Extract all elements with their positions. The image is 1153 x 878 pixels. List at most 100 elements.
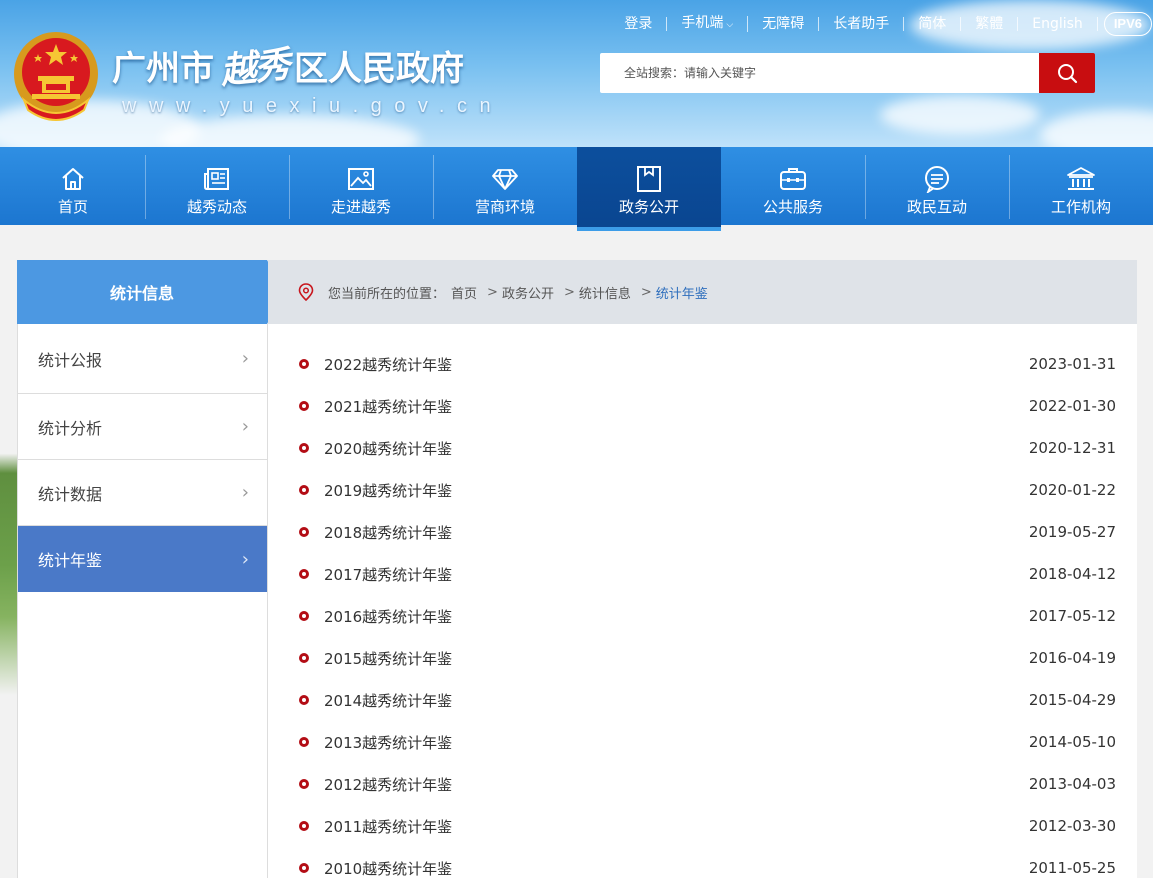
nav-item-business[interactable]: 营商环境 — [433, 147, 577, 225]
list-item-date: 2023-01-31 — [1028, 355, 1116, 373]
list-item-date: 2015-04-29 — [1028, 691, 1116, 709]
login-link[interactable]: 登录 — [610, 17, 668, 31]
nav-item-about[interactable]: 走进越秀 — [289, 147, 433, 225]
national-emblem-icon — [14, 32, 98, 121]
nav-item-public-service[interactable]: 公共服务 — [721, 147, 865, 225]
ipv6-badge[interactable]: IPV6 — [1103, 12, 1152, 36]
list-item-date: 2022-01-30 — [1028, 397, 1116, 415]
chat-icon — [922, 164, 952, 194]
accessibility-link[interactable]: 无障碍 — [748, 17, 820, 31]
search-button[interactable] — [1039, 53, 1095, 93]
bullet-icon — [299, 821, 309, 831]
list-item-date: 2019-05-27 — [1028, 523, 1116, 541]
list-item[interactable]: 2011越秀统计年鉴 2012-03-30 — [268, 805, 1137, 847]
list-item-date: 2014-05-10 — [1028, 733, 1116, 751]
english-link[interactable]: English — [1018, 17, 1098, 31]
list-item-title[interactable]: 2021越秀统计年鉴 — [324, 396, 452, 417]
sidebar-item-bulletin[interactable]: 统计公报 › — [18, 324, 267, 394]
list-item-date: 2017-05-12 — [1028, 607, 1116, 625]
site-header: 广州市 越秀 区人民政府 www.yuexiu.gov.cn 登录 手机端 ⌵ 无… — [0, 0, 1153, 147]
cloud-decoration — [1040, 110, 1153, 147]
traditional-chinese-link[interactable]: 繁體 — [961, 17, 1019, 31]
document-icon — [634, 164, 664, 194]
list-item-title[interactable]: 2014越秀统计年鉴 — [324, 690, 452, 711]
chevron-right-icon: › — [241, 482, 249, 503]
nav-item-gov-affairs[interactable]: 政务公开 — [577, 147, 721, 231]
list-item[interactable]: 2014越秀统计年鉴 2015-04-29 — [268, 679, 1137, 721]
site-title-calligraphy: 越秀 — [218, 43, 291, 93]
bullet-icon — [299, 863, 309, 873]
main-nav: 首页 越秀动态 走进越秀 营商环境 政务公开 公共服务 政民互动 工作机构 — [0, 147, 1153, 231]
sidebar: 统计公报 › 统计分析 › 统计数据 › 统计年鉴 › — [17, 324, 268, 878]
list-item-date: 2016-04-19 — [1028, 649, 1116, 667]
bullet-icon — [299, 569, 309, 579]
mobile-link[interactable]: 手机端 ⌵ — [667, 15, 749, 32]
nav-label: 政务公开 — [618, 198, 679, 216]
chevron-down-icon: ⌵ — [726, 20, 734, 30]
sidebar-item-label: 统计公报 — [38, 350, 103, 370]
list-item[interactable]: 2015越秀统计年鉴 2016-04-19 — [268, 637, 1137, 679]
list-item-title[interactable]: 2011越秀统计年鉴 — [324, 816, 452, 837]
list-item[interactable]: 2022越秀统计年鉴 2023-01-31 — [268, 343, 1137, 385]
nav-item-interaction[interactable]: 政民互动 — [865, 147, 1009, 225]
list-item[interactable]: 2018越秀统计年鉴 2019-05-27 — [268, 511, 1137, 553]
list-item-title[interactable]: 2019越秀统计年鉴 — [324, 480, 452, 501]
list-item-date: 2020-12-31 — [1028, 439, 1116, 457]
list-item-title[interactable]: 2013越秀统计年鉴 — [324, 732, 452, 753]
list-item[interactable]: 2010越秀统计年鉴 2011-05-25 — [268, 847, 1137, 878]
nav-item-news[interactable]: 越秀动态 — [145, 147, 289, 225]
elder-helper-link[interactable]: 长者助手 — [819, 17, 905, 31]
list-item[interactable]: 2017越秀统计年鉴 2018-04-12 — [268, 553, 1137, 595]
search-input[interactable] — [600, 53, 1039, 93]
bullet-icon — [299, 695, 309, 705]
list-item-title[interactable]: 2012越秀统计年鉴 — [324, 774, 452, 795]
background-decoration — [1137, 225, 1153, 878]
list-item-title[interactable]: 2016越秀统计年鉴 — [324, 606, 452, 627]
breadcrumb-separator: > — [563, 284, 575, 300]
list-item-date: 2012-03-30 — [1028, 817, 1116, 835]
list-item[interactable]: 2021越秀统计年鉴 2022-01-30 — [268, 385, 1137, 427]
site-title: 广州市 越秀 区人民政府 — [112, 40, 464, 93]
list-item[interactable]: 2019越秀统计年鉴 2020-01-22 — [268, 469, 1137, 511]
list-item-title[interactable]: 2022越秀统计年鉴 — [324, 354, 452, 375]
bullet-icon — [299, 653, 309, 663]
list-item[interactable]: 2013越秀统计年鉴 2014-05-10 — [268, 721, 1137, 763]
simplified-chinese-link[interactable]: 简体 — [904, 17, 962, 31]
sidebar-item-label: 统计分析 — [38, 418, 103, 438]
search-icon — [1058, 64, 1078, 84]
nav-label: 公共服务 — [762, 198, 823, 216]
breadcrumb-statistics[interactable]: 统计信息 — [579, 283, 631, 302]
bullet-icon — [299, 737, 309, 747]
bullet-icon — [299, 485, 309, 495]
list-item-title[interactable]: 2020越秀统计年鉴 — [324, 438, 452, 459]
nav-label: 工作机构 — [1050, 198, 1111, 216]
list-item-title[interactable]: 2017越秀统计年鉴 — [324, 564, 452, 585]
nav-label: 越秀动态 — [186, 198, 247, 216]
breadcrumb-current[interactable]: 统计年鉴 — [656, 283, 708, 302]
nav-item-home[interactable]: 首页 — [1, 147, 145, 225]
bullet-icon — [299, 779, 309, 789]
nav-item-agencies[interactable]: 工作机构 — [1009, 147, 1153, 225]
breadcrumb-home[interactable]: 首页 — [451, 283, 477, 302]
cloud-decoration — [880, 95, 1040, 135]
breadcrumb-gov-affairs[interactable]: 政务公开 — [502, 283, 554, 302]
sidebar-item-yearbook[interactable]: 统计年鉴 › — [18, 526, 267, 592]
sidebar-item-label: 统计数据 — [38, 484, 103, 504]
list-item[interactable]: 2020越秀统计年鉴 2020-12-31 — [268, 427, 1137, 469]
mobile-link-label: 手机端 — [681, 15, 724, 31]
picture-icon — [346, 164, 376, 194]
nav-label: 政民互动 — [906, 198, 967, 216]
building-icon — [1066, 164, 1096, 194]
sidebar-item-label: 统计年鉴 — [38, 551, 103, 570]
list-item-title[interactable]: 2010越秀统计年鉴 — [324, 858, 452, 878]
list-item-title[interactable]: 2018越秀统计年鉴 — [324, 522, 452, 543]
list-item-title[interactable]: 2015越秀统计年鉴 — [324, 648, 452, 669]
sidebar-item-analysis[interactable]: 统计分析 › — [18, 394, 267, 460]
list-item[interactable]: 2012越秀统计年鉴 2013-04-03 — [268, 763, 1137, 805]
bullet-icon — [299, 359, 309, 369]
list-item[interactable]: 2016越秀统计年鉴 2017-05-12 — [268, 595, 1137, 637]
sidebar-item-data[interactable]: 统计数据 › — [18, 460, 267, 526]
list-item-date: 2013-04-03 — [1028, 775, 1116, 793]
breadcrumb-prefix: 您当前所在的位置： — [328, 286, 446, 302]
yearbook-list: 2022越秀统计年鉴 2023-01-31 2021越秀统计年鉴 2022-01-3… — [268, 324, 1137, 878]
